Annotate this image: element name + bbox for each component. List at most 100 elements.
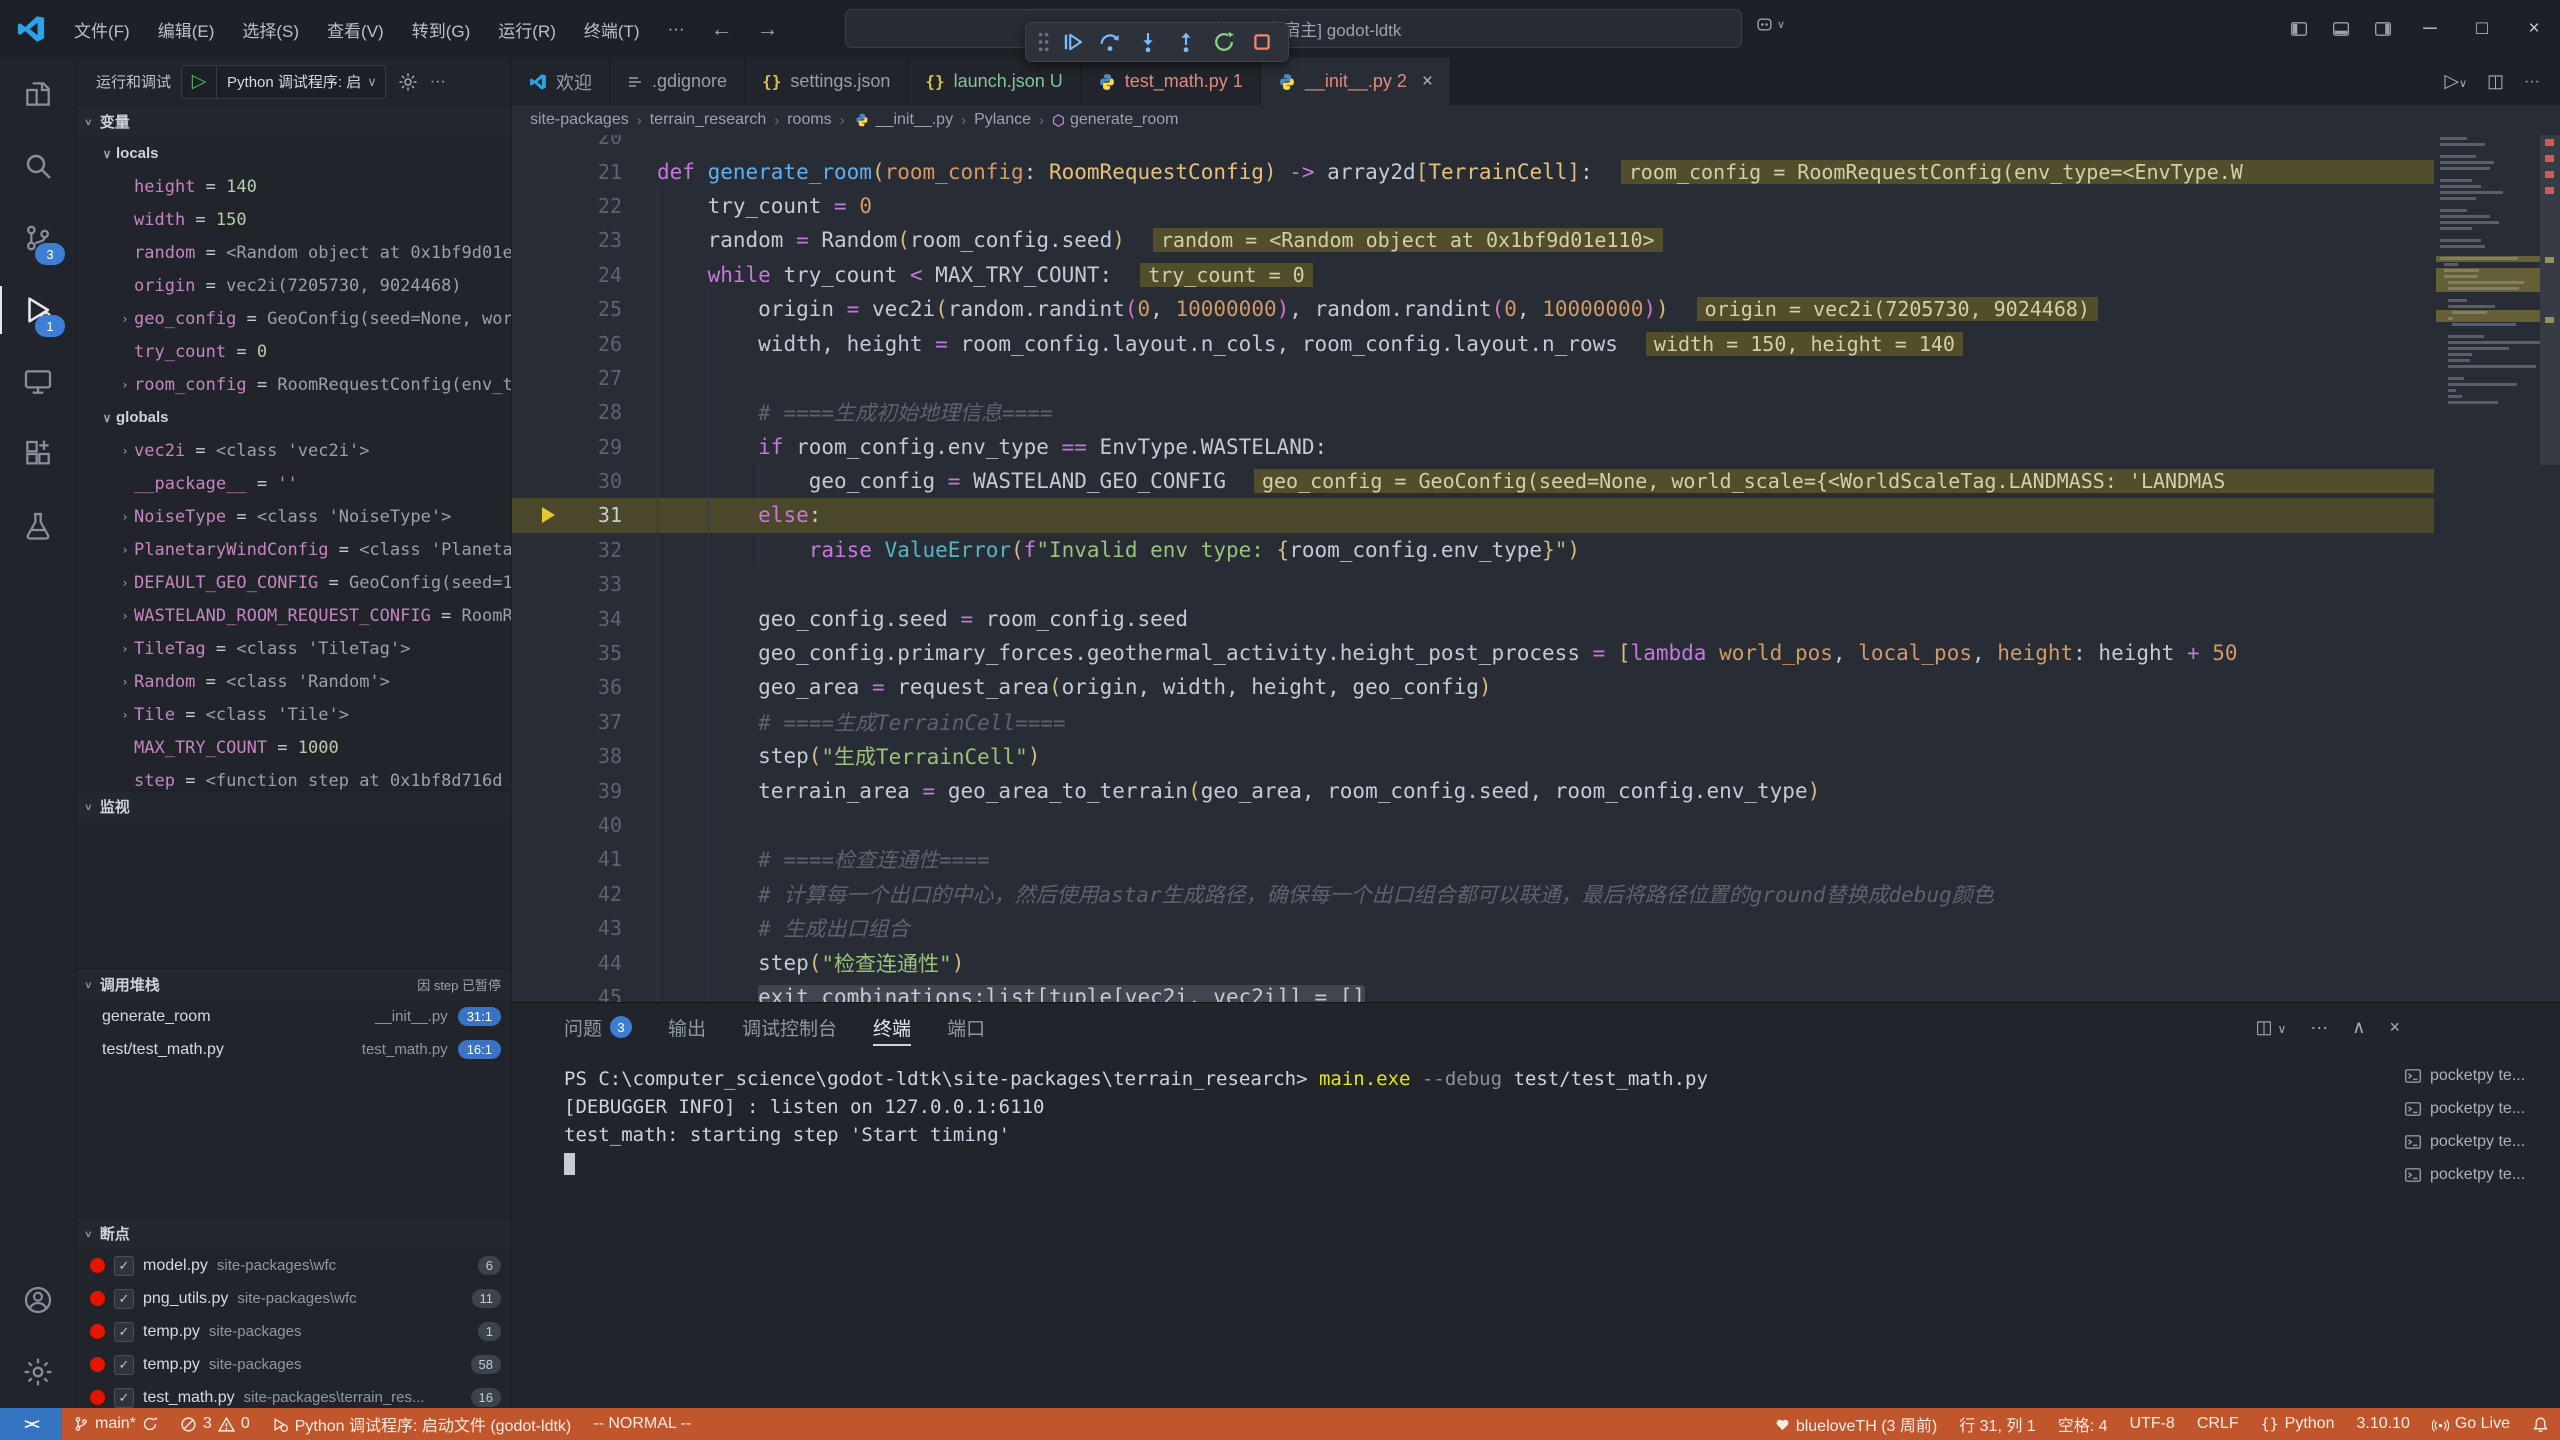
terminal-list-item[interactable]: pocketpy te... [2404, 1125, 2556, 1158]
status-gitlens-blame[interactable]: blueloveTH (3 周前) [1764, 1408, 1948, 1440]
activity-testing[interactable] [0, 490, 75, 562]
breakpoint-row[interactable]: ✓temp.pysite-packages1 [76, 1315, 511, 1348]
nav-forward-icon[interactable]: → [745, 16, 791, 42]
scope-globals[interactable]: ∨globals [76, 401, 511, 434]
breadcrumb[interactable]: site-packages›terrain_research›rooms›__i… [512, 105, 2560, 135]
minimize-button[interactable]: ─ [2404, 0, 2456, 58]
variable-row[interactable]: ›NoiseType = <class 'NoiseType'> [76, 500, 511, 533]
breakpoint-row[interactable]: ✓temp.pysite-packages58 [76, 1348, 511, 1381]
variable-row[interactable]: width = 150 [76, 203, 511, 236]
breakpoint-checkbox[interactable]: ✓ [114, 1322, 134, 1342]
tab-settings.json[interactable]: {}settings.json [745, 58, 908, 105]
terminal-output[interactable]: PS C:\computer_science\godot-ldtk\site-p… [564, 1065, 2390, 1177]
breakpoint-checkbox[interactable]: ✓ [114, 1355, 134, 1375]
tab-[interactable]: 欢迎 [512, 58, 610, 105]
close-icon[interactable]: × [1422, 71, 1433, 93]
start-debug-icon[interactable]: ▷ [182, 66, 217, 98]
maximize-panel-icon[interactable]: ∧ [2352, 1017, 2365, 1038]
status-indentation[interactable]: 空格: 4 [2047, 1408, 2119, 1440]
status-debug-config[interactable]: Python 调试程序: 启动文件 (godot-ldtk) [261, 1408, 583, 1440]
variable-row[interactable]: ›room_config = RoomRequestConfig(env_t..… [76, 368, 511, 401]
breakpoint-row[interactable]: ✓test_math.pysite-packages\terrain_res..… [76, 1381, 511, 1408]
tab-launch.json[interactable]: {}launch.json U [908, 58, 1080, 105]
status-cursor-position[interactable]: 行 31, 列 1 [1948, 1408, 2046, 1440]
status-language-mode[interactable]: {}Python [2250, 1408, 2346, 1440]
variable-row[interactable]: random = <Random object at 0x1bf9d01e... [76, 236, 511, 269]
variables-header[interactable]: ∨ 变量 [76, 105, 511, 137]
menu-item-E[interactable]: 编辑(E) [144, 0, 229, 58]
maximize-button[interactable]: □ [2456, 0, 2508, 58]
variable-row[interactable]: ›vec2i = <class 'vec2i'> [76, 434, 511, 467]
variable-row[interactable]: __package__ = '' [76, 467, 511, 500]
more-actions-icon[interactable]: ··· [430, 73, 446, 91]
watch-header[interactable]: ∨ 监视 [76, 790, 511, 822]
close-panel-icon[interactable]: × [2389, 1017, 2400, 1038]
panel-tab-问题[interactable]: 问题3 [564, 1003, 632, 1051]
activity-explorer[interactable] [0, 58, 75, 130]
editor-scrollbar[interactable] [2540, 135, 2560, 465]
menu-item-S[interactable]: 选择(S) [228, 0, 313, 58]
menu-item-G[interactable]: 转到(G) [398, 0, 485, 58]
step-out-icon[interactable] [1170, 26, 1202, 58]
status-eol[interactable]: CRLF [2186, 1408, 2250, 1440]
activity-extensions[interactable] [0, 418, 75, 490]
status-problems[interactable]: 30 [169, 1408, 261, 1440]
terminal-list-item[interactable]: pocketpy te... [2404, 1092, 2556, 1125]
variable-row[interactable]: ›PlanetaryWindConfig = <class 'Planeta..… [76, 533, 511, 566]
scope-locals[interactable]: ∨locals [76, 137, 511, 170]
command-center[interactable]: [扩展开发宿主] godot-ldtk [845, 9, 1742, 48]
variable-row[interactable]: ›Tile = <class 'Tile'> [76, 698, 511, 731]
menu-item-F[interactable]: 文件(F) [60, 0, 144, 58]
nav-back-icon[interactable]: ← [699, 16, 745, 42]
remote-indicator[interactable]: >< [0, 1408, 62, 1440]
breakpoint-checkbox[interactable]: ✓ [114, 1256, 134, 1276]
menu-item-T[interactable]: 终端(T) [570, 0, 654, 58]
more-actions-icon[interactable]: ··· [2524, 73, 2540, 91]
command-center-menu[interactable]: ∨ [1756, 16, 1785, 33]
minimap[interactable] [2436, 135, 2540, 1003]
variable-row[interactable]: ›WASTELAND_ROOM_REQUEST_CONFIG = RoomR..… [76, 599, 511, 632]
breadcrumb-item[interactable]: __init__.py [853, 111, 953, 129]
step-over-icon[interactable] [1094, 26, 1126, 58]
close-button[interactable]: × [2508, 0, 2560, 58]
variable-row[interactable]: step = <function step at 0x1bf8d716d [76, 764, 511, 790]
terminal-list-item[interactable]: pocketpy te... [2404, 1158, 2556, 1191]
split-terminal-icon[interactable]: ◫ ∨ [2256, 1017, 2287, 1038]
status-python-version[interactable]: 3.10.10 [2345, 1408, 2420, 1440]
gear-icon[interactable] [398, 72, 418, 92]
continue-icon[interactable] [1056, 26, 1088, 58]
more-actions-icon[interactable]: ··· [2310, 1017, 2328, 1038]
restart-icon[interactable] [1208, 26, 1240, 58]
layout-panel-icon[interactable] [2320, 20, 2362, 38]
status-vim-mode[interactable]: -- NORMAL -- [582, 1408, 702, 1440]
panel-tab-输出[interactable]: 输出 [668, 1003, 706, 1051]
breakpoint-row[interactable]: ✓png_utils.pysite-packages\wfc11 [76, 1282, 511, 1315]
menu-item-[interactable]: ··· [654, 0, 699, 58]
variable-row[interactable]: height = 140 [76, 170, 511, 203]
variable-row[interactable]: ›TileTag = <class 'TileTag'> [76, 632, 511, 665]
status-notifications[interactable] [2521, 1408, 2560, 1440]
status-encoding[interactable]: UTF-8 [2118, 1408, 2185, 1440]
menu-item-R[interactable]: 运行(R) [484, 0, 570, 58]
terminal-list-item[interactable]: pocketpy te... [2404, 1059, 2556, 1092]
variable-row[interactable]: MAX_TRY_COUNT = 1000 [76, 731, 511, 764]
breakpoint-checkbox[interactable]: ✓ [114, 1388, 134, 1408]
breadcrumb-item[interactable]: rooms [787, 111, 831, 129]
breadcrumb-item[interactable]: generate_room [1052, 111, 1179, 129]
variable-row[interactable]: ›geo_config = GeoConfig(seed=None, wor..… [76, 302, 511, 335]
breadcrumb-item[interactable]: Pylance [974, 111, 1031, 129]
activity-run-debug[interactable]: 1 [0, 274, 75, 346]
variable-row[interactable]: ›DEFAULT_GEO_CONFIG = GeoConfig(seed=1..… [76, 566, 511, 599]
breakpoint-checkbox[interactable]: ✓ [114, 1289, 134, 1309]
activity-search[interactable] [0, 130, 75, 202]
stop-icon[interactable] [1246, 26, 1278, 58]
activity-source-control[interactable]: 3 [0, 202, 75, 274]
tab-__init__.py[interactable]: __init__.py 2× [1261, 58, 1451, 105]
variable-row[interactable]: ›Random = <class 'Random'> [76, 665, 511, 698]
breakpoint-row[interactable]: ✓model.pysite-packages\wfc6 [76, 1249, 511, 1282]
step-into-icon[interactable] [1132, 26, 1164, 58]
activity-settings[interactable] [0, 1336, 75, 1408]
launch-config-dropdown[interactable]: ▷ Python 调试程序: 启 ∨ [181, 65, 386, 99]
call-stack-frame[interactable]: test/test_math.pytest_math.py16:1 [76, 1033, 511, 1066]
code-editor[interactable]: 2021def generate_room(room_config: RoomR… [512, 135, 2560, 1003]
